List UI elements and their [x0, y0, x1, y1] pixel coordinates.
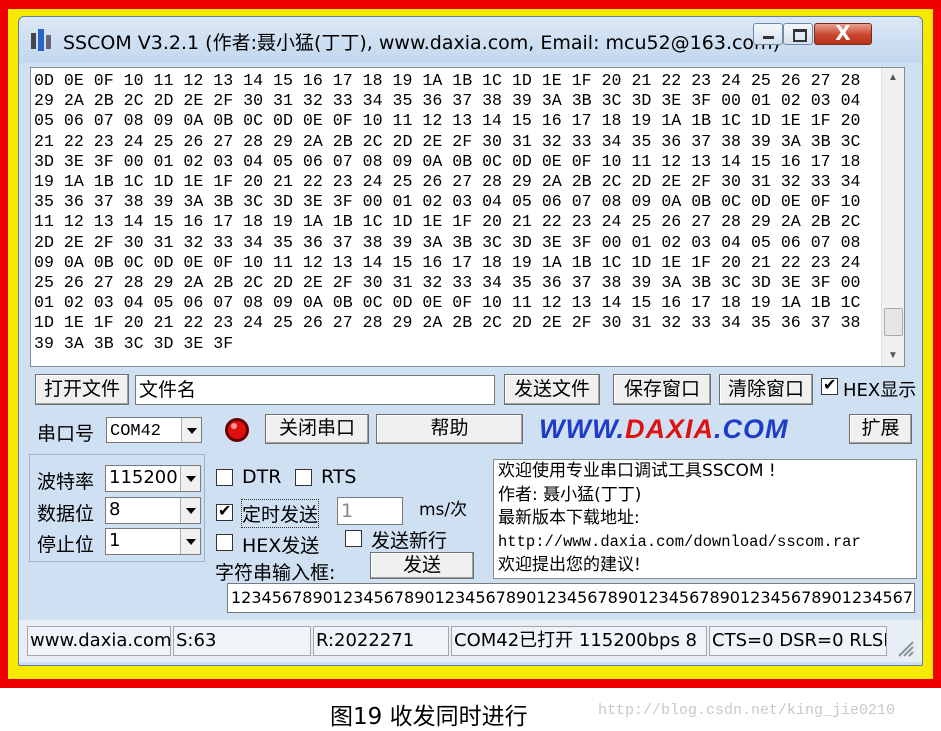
send-button[interactable]: 发送 — [370, 552, 474, 579]
interval-unit-label: ms/次 — [419, 500, 468, 520]
receive-line: 29 2A 2B 2C 2D 2E 2F 30 31 32 33 34 35 3… — [34, 91, 861, 111]
watermark: http://blog.csdn.net/king_jie0210 — [598, 702, 896, 719]
data-bits-label: 数据位 — [37, 503, 95, 525]
chevron-down-icon[interactable] — [180, 466, 200, 491]
receive-line: 21 22 23 24 25 26 27 28 29 2A 2B 2C 2D 2… — [34, 131, 861, 151]
status-lines: CTS=0 DSR=0 RLSD — [709, 626, 887, 656]
receive-line: 1D 1E 1F 20 21 22 23 24 25 26 27 28 29 2… — [34, 313, 861, 333]
status-sent-count: S:63 — [173, 626, 311, 656]
close-icon: X — [835, 21, 851, 45]
logo-text-com: .COM — [713, 414, 789, 444]
port-label: 串口号 — [37, 423, 95, 445]
rts-checkbox[interactable] — [295, 469, 312, 486]
dtr-label: DTR — [242, 466, 282, 488]
port-status-indicator-icon — [225, 418, 249, 442]
receive-line: 19 1A 1B 1C 1D 1E 1F 20 21 22 23 24 25 2… — [34, 172, 861, 192]
receive-line: 0D 0E 0F 10 11 12 13 14 15 16 17 18 19 1… — [34, 71, 861, 90]
info-line: 欢迎提出您的建议! — [498, 555, 641, 576]
stop-bits-label: 停止位 — [37, 534, 95, 556]
chevron-down-icon[interactable] — [181, 418, 201, 442]
timed-send-checkbox[interactable] — [216, 501, 233, 521]
logo-text-www: WWW. — [539, 414, 625, 444]
receive-line: 3D 3E 3F 00 01 02 03 04 05 06 07 08 09 0… — [34, 151, 861, 171]
chevron-down-icon[interactable] — [180, 529, 200, 554]
timed-send-label: 定时发送 — [240, 499, 320, 528]
send-newline-checkbox[interactable] — [345, 530, 362, 547]
filename-field[interactable]: 文件名 — [135, 375, 495, 405]
save-window-button[interactable]: 保存窗口 — [613, 374, 711, 405]
clear-window-button[interactable]: 清除窗口 — [719, 374, 813, 405]
stop-bits-select[interactable]: 1 — [105, 528, 201, 555]
hex-send-label: HEX发送 — [242, 535, 320, 557]
receive-line: 05 06 07 08 09 0A 0B 0C 0D 0E 0F 10 11 1… — [34, 111, 861, 131]
string-input-label: 字符串输入框: — [215, 562, 336, 584]
status-port: COM42已打开 115200bps 8 — [451, 626, 707, 656]
app-icon — [31, 29, 51, 51]
receive-line: 11 12 13 14 15 16 17 18 19 1A 1B 1C 1D 1… — [34, 212, 861, 232]
close-button[interactable]: X — [814, 21, 872, 45]
rts-label: RTS — [321, 466, 357, 488]
send-file-button[interactable]: 发送文件 — [504, 374, 600, 405]
open-file-button[interactable]: 打开文件 — [35, 374, 129, 405]
close-port-button[interactable]: 关闭串口 — [265, 414, 369, 444]
dtr-checkbox[interactable] — [216, 469, 233, 486]
info-line: 欢迎使用专业串口调试工具SSCOM ! — [498, 461, 776, 481]
receive-line: 09 0A 0B 0C 0D 0E 0F 10 11 12 13 14 15 1… — [34, 252, 861, 272]
receive-text: 0D 0E 0F 10 11 12 13 14 15 16 17 18 19 1… — [34, 71, 876, 354]
receive-line: 01 02 03 04 05 06 07 08 09 0A 0B 0C 0D 0… — [34, 293, 861, 313]
info-line: 最新版本下载地址: — [498, 508, 640, 529]
send-input[interactable]: 1234567890123456789012345678901234567890… — [227, 583, 915, 613]
info-line: 作者: 聂小猛(丁丁) — [498, 484, 642, 505]
baud-select[interactable]: 115200 — [105, 465, 201, 492]
expand-button[interactable]: 扩展 — [849, 414, 912, 444]
scroll-down-icon[interactable]: ▼ — [882, 346, 904, 366]
info-download-link[interactable]: http://www.daxia.com/download/sscom.rar — [498, 531, 912, 555]
interval-field[interactable]: 1 — [337, 497, 403, 525]
baud-value: 115200 — [109, 467, 178, 488]
resize-grip-icon[interactable] — [895, 638, 915, 658]
stop-bits-value: 1 — [109, 530, 121, 551]
port-select[interactable]: COM42 — [106, 417, 202, 443]
daxia-logo[interactable]: WWW.DAXIA.COM — [539, 414, 788, 445]
receive-line: 2D 2E 2F 30 31 32 33 34 35 36 37 38 39 3… — [34, 232, 861, 252]
status-received-count: R:2022271 — [313, 626, 449, 656]
title-bar[interactable]: SSCOM V3.2.1 (作者:聂小猛(丁丁), www.daxia.com,… — [19, 17, 922, 63]
hex-send-checkbox[interactable] — [216, 534, 233, 551]
baud-label: 波特率 — [37, 471, 95, 493]
receive-line: 35 36 37 38 39 3A 3B 3C 3D 3E 3F 00 01 0… — [34, 192, 861, 212]
logo-text-daxia: DAXIA — [624, 414, 714, 444]
receive-line: 25 26 27 28 29 2A 2B 2C 2D 2E 2F 30 31 3… — [34, 273, 861, 293]
chevron-down-icon[interactable] — [180, 498, 200, 523]
minimize-button[interactable] — [753, 23, 783, 45]
send-newline-label: 发送新行 — [371, 530, 448, 552]
scroll-up-icon[interactable]: ▲ — [882, 68, 904, 88]
receive-line: 39 3A 3B 3C 3D 3E 3F — [34, 333, 234, 353]
scroll-thumb[interactable] — [884, 308, 903, 336]
hex-display-checkbox[interactable] — [821, 375, 838, 395]
hex-display-label: HEX显示 — [843, 380, 917, 401]
data-bits-value: 8 — [109, 499, 121, 520]
data-bits-select[interactable]: 8 — [105, 497, 201, 524]
figure-caption: 图19 收发同时进行 — [330, 704, 528, 730]
maximize-button[interactable] — [783, 23, 813, 45]
help-button[interactable]: 帮助 — [376, 414, 523, 444]
status-site: www.daxia.com — [27, 626, 171, 656]
sscom-window: SSCOM V3.2.1 (作者:聂小猛(丁丁), www.daxia.com,… — [18, 16, 923, 666]
receive-area[interactable]: 0D 0E 0F 10 11 12 13 14 15 16 17 18 19 1… — [30, 67, 905, 367]
port-value: COM42 — [110, 422, 162, 441]
receive-scrollbar[interactable]: ▲ ▼ — [881, 68, 904, 366]
status-bar: www.daxia.com S:63 R:2022271 COM42已打开 11… — [19, 620, 922, 662]
info-panel: 欢迎使用专业串口调试工具SSCOM ! 作者: 聂小猛(丁丁) 最新版本下载地址… — [493, 459, 917, 579]
window-title: SSCOM V3.2.1 (作者:聂小猛(丁丁), www.daxia.com,… — [63, 32, 780, 54]
